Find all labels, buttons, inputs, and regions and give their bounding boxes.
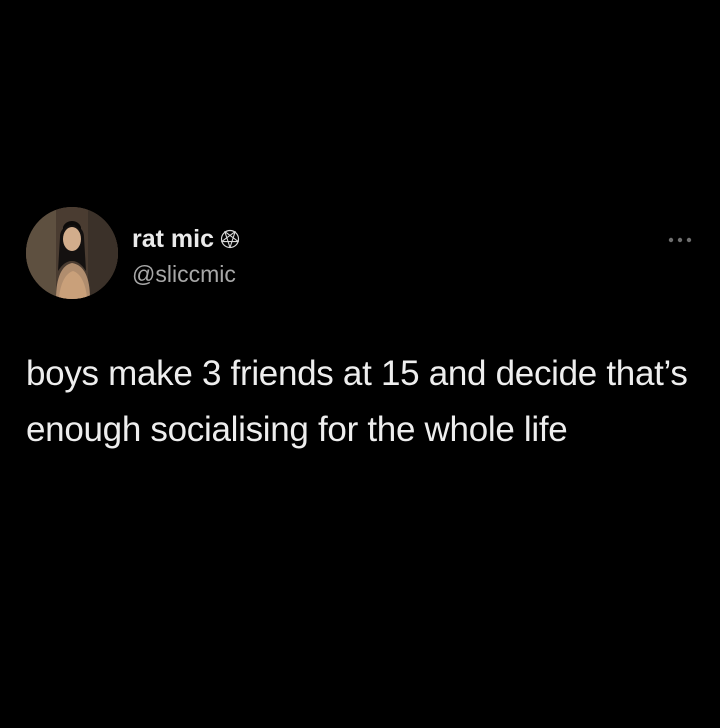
more-icon[interactable] — [665, 232, 695, 248]
display-name[interactable]: rat mic — [132, 224, 240, 256]
user-handle[interactable]: @sliccmic — [132, 260, 236, 288]
avatar-photo — [26, 207, 118, 299]
tweet-card: rat mic @sliccmic boys make 3 friends at… — [0, 0, 720, 728]
tweet-text: boys make 3 friends at 15 and decide tha… — [26, 354, 688, 449]
pentagram-icon — [220, 226, 240, 256]
avatar[interactable] — [26, 207, 118, 299]
display-name-text: rat mic — [132, 225, 214, 253]
